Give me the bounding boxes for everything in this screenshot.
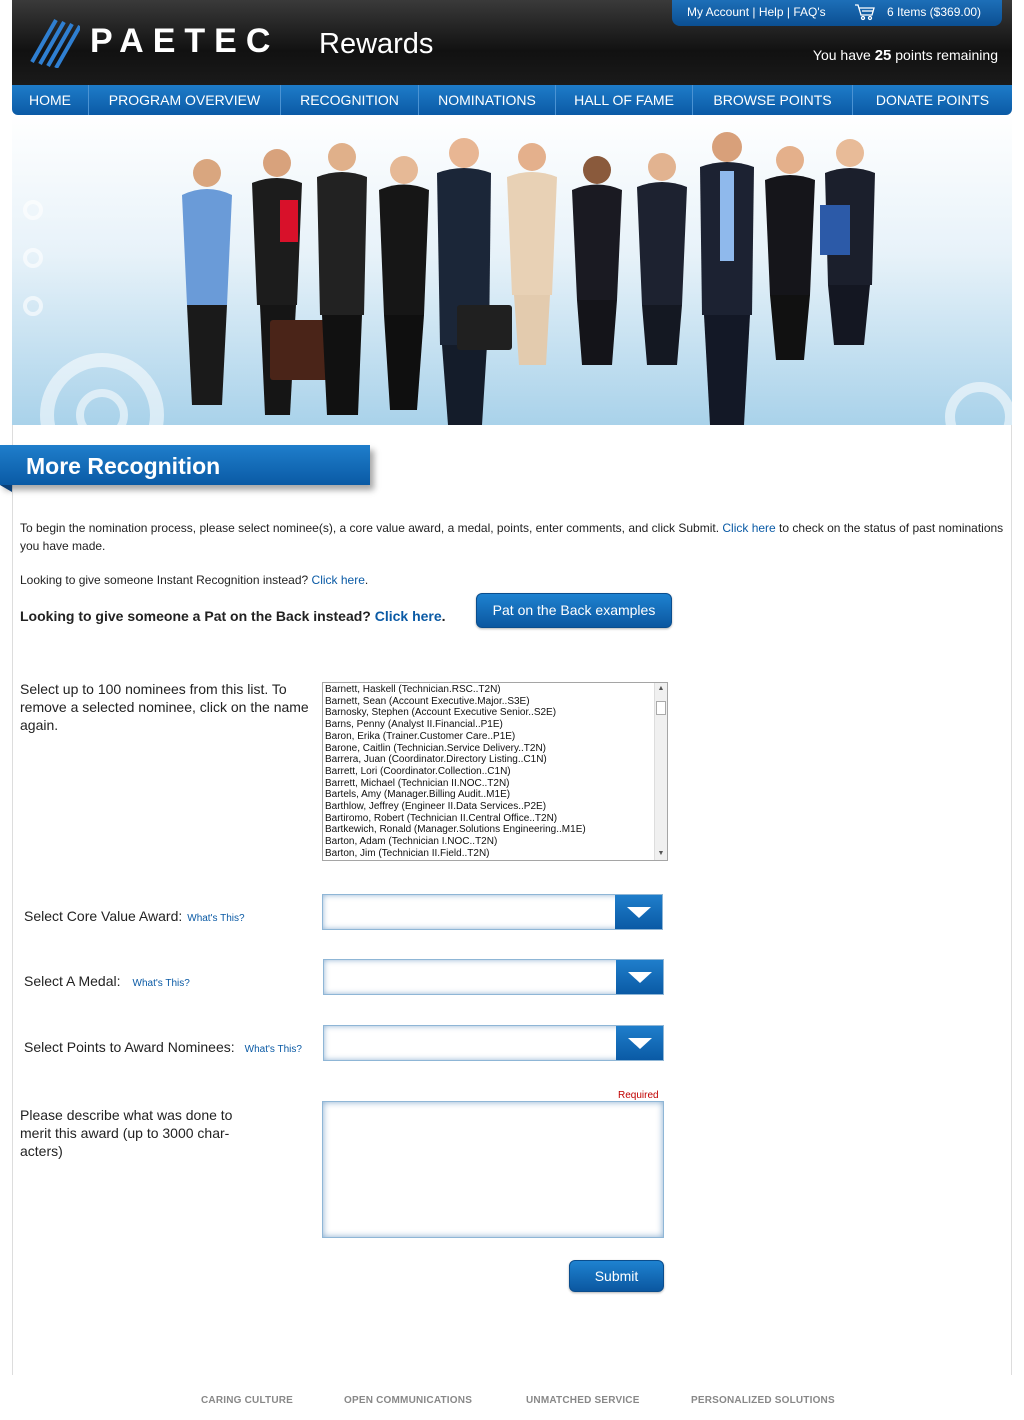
- chevron-down-icon[interactable]: [616, 1026, 663, 1060]
- pat-end: .: [441, 608, 446, 624]
- site-header: PAETEC Rewards My Account | Help | FAQ's…: [12, 0, 1012, 85]
- nav-program-overview[interactable]: PROGRAM OVERVIEW: [89, 85, 281, 115]
- page-border-left: [12, 425, 13, 1375]
- link-separator: |: [749, 5, 759, 19]
- medal-label-text: Select A Medal:: [24, 973, 121, 989]
- link-separator: |: [783, 5, 794, 19]
- pat-on-back-text: Looking to give someone a Pat on the Bac…: [20, 608, 446, 624]
- hero-banner: [12, 115, 1012, 425]
- pat-on-back-link[interactable]: Click here: [375, 608, 442, 624]
- nominee-option[interactable]: Barton, Adam (Technician I.NOC..T2N): [325, 836, 655, 848]
- nominee-option[interactable]: Barns, Penny (Analyst II.Financial..P1E): [325, 719, 655, 731]
- paetec-logo-icon[interactable]: [30, 18, 80, 68]
- submit-button[interactable]: Submit: [569, 1260, 664, 1292]
- nominee-option[interactable]: Barnett, Sean (Account Executive.Major..…: [325, 696, 655, 708]
- nominee-option[interactable]: Barthlow, Jeffrey (Engineer II.Data Serv…: [325, 801, 655, 813]
- page-title: More Recognition: [26, 453, 221, 479]
- instant-recognition-text: Looking to give someone Instant Recognit…: [20, 573, 368, 587]
- scroll-thumb[interactable]: [656, 701, 666, 715]
- nominee-option[interactable]: Bartkewich, Ronald (Manager.Solutions En…: [325, 824, 655, 836]
- faq-link[interactable]: FAQ's: [793, 5, 825, 19]
- nominee-option[interactable]: Baron, Erika (Trainer.Customer Care..P1E…: [325, 731, 655, 743]
- core-value-whats-this-link[interactable]: What's This?: [187, 913, 244, 924]
- core-value-select[interactable]: [322, 894, 663, 930]
- pat-on-back-examples-button[interactable]: Pat on the Back examples: [476, 593, 672, 628]
- my-account-link[interactable]: My Account: [687, 5, 749, 19]
- intro-text-before: To begin the nomination process, please …: [20, 521, 723, 535]
- points-label-text: Select Points to Award Nominees:: [24, 1039, 235, 1055]
- points-suffix: points remaining: [891, 47, 998, 63]
- nominee-option[interactable]: Barrett, Michael (Technician II.NOC..T2N…: [325, 778, 655, 790]
- nav-browse-points[interactable]: BROWSE POINTS: [693, 85, 853, 115]
- nominee-scrollbar[interactable]: ▲ ▼: [654, 683, 667, 860]
- description-label: Please describe what was done to merit t…: [20, 1107, 233, 1159]
- account-links: My Account | Help | FAQ's: [687, 5, 826, 19]
- description-textarea[interactable]: [322, 1101, 664, 1238]
- medal-label: Select A Medal: What's This?: [24, 973, 190, 989]
- nominees-label: Select up to 100 nominees from this list…: [20, 681, 309, 733]
- section-header-tail: [0, 485, 12, 492]
- footer-item-open-communications: OPEN COMMUNICATIONS: [344, 1395, 473, 1406]
- nav-home[interactable]: HOME: [12, 85, 89, 115]
- nav-hall-of-fame[interactable]: HALL OF FAME: [556, 85, 693, 115]
- help-link[interactable]: Help: [759, 5, 784, 19]
- points-select[interactable]: [323, 1025, 664, 1061]
- logo-wordmark[interactable]: PAETEC: [90, 22, 279, 61]
- chevron-down-icon[interactable]: [615, 895, 662, 929]
- points-value: 25: [874, 47, 892, 64]
- pat-text: Looking to give someone a Pat on the Bac…: [20, 608, 375, 624]
- scroll-up-arrow-icon[interactable]: ▲: [655, 683, 667, 695]
- medal-select[interactable]: [323, 959, 664, 995]
- nav-recognition[interactable]: RECOGNITION: [281, 85, 419, 115]
- nav-donate-points[interactable]: DONATE POINTS: [853, 85, 1012, 115]
- points-label: Select Points to Award Nominees: What's T…: [24, 1039, 302, 1055]
- scroll-down-arrow-icon[interactable]: ▼: [655, 848, 667, 860]
- required-indicator: Required: [618, 1090, 659, 1101]
- nominee-option[interactable]: Barrett, Lori (Coordinator.Collection..C…: [325, 766, 655, 778]
- team-photo-image: [23, 132, 1012, 425]
- points-remaining: You have 25 points remaining: [813, 47, 998, 64]
- nav-nominations[interactable]: NOMINATIONS: [419, 85, 556, 115]
- nominee-option[interactable]: Barton, Jim (Technician II.Field..T2N): [325, 848, 655, 860]
- instant-text: Looking to give someone Instant Recognit…: [20, 573, 312, 587]
- nominee-option[interactable]: Barnett, Haskell (Technician.RSC..T2N): [325, 684, 655, 696]
- chevron-down-icon[interactable]: [616, 960, 663, 994]
- past-nominations-link[interactable]: Click here: [722, 521, 775, 535]
- nominee-listbox[interactable]: Barnett, Haskell (Technician.RSC..T2N) B…: [322, 682, 668, 861]
- medal-whats-this-link[interactable]: What's This?: [133, 978, 190, 989]
- account-bar: My Account | Help | FAQ's 6 Items ($369.…: [672, 0, 1002, 26]
- footer: CARING CULTURE OPEN COMMUNICATIONS UNMAT…: [0, 1392, 1024, 1412]
- intro-text: To begin the nomination process, please …: [20, 519, 1005, 555]
- section-header: More Recognition: [0, 445, 370, 485]
- instant-end: .: [364, 573, 369, 587]
- nominee-option[interactable]: Barone, Caitlin (Technician.Service Deli…: [325, 743, 655, 755]
- points-whats-this-link[interactable]: What's This?: [245, 1044, 302, 1055]
- nominee-option[interactable]: Bartiromo, Robert (Technician II.Central…: [325, 813, 655, 825]
- rewards-title: Rewards: [319, 28, 434, 60]
- shopping-cart-icon[interactable]: [854, 3, 876, 21]
- footer-item-caring-culture: CARING CULTURE: [201, 1395, 294, 1406]
- main-nav: HOME PROGRAM OVERVIEW RECOGNITION NOMINA…: [12, 85, 1012, 115]
- core-value-label: Select Core Value Award: What's This?: [24, 908, 245, 924]
- footer-item-personalized-solutions: PERSONALIZED SOLUTIONS: [691, 1395, 835, 1406]
- core-value-label-text: Select Core Value Award:: [24, 908, 183, 924]
- footer-item-unmatched-service: UNMATCHED SERVICE: [526, 1395, 640, 1406]
- points-prefix: You have: [812, 47, 875, 63]
- instant-recognition-link[interactable]: Click here: [312, 573, 365, 587]
- nominee-option[interactable]: Bartels, Amy (Manager.Billing Audit..M1E…: [325, 789, 655, 801]
- page-border-right: [1011, 425, 1012, 1375]
- person-figure: [182, 159, 232, 405]
- nominee-option[interactable]: Barrera, Juan (Coordinator.Directory Lis…: [325, 754, 655, 766]
- nominee-option[interactable]: Barnosky, Stephen (Account Executive Sen…: [325, 707, 655, 719]
- cart-summary[interactable]: 6 Items ($369.00): [887, 5, 981, 19]
- nominee-items: Barnett, Haskell (Technician.RSC..T2N) B…: [325, 684, 655, 860]
